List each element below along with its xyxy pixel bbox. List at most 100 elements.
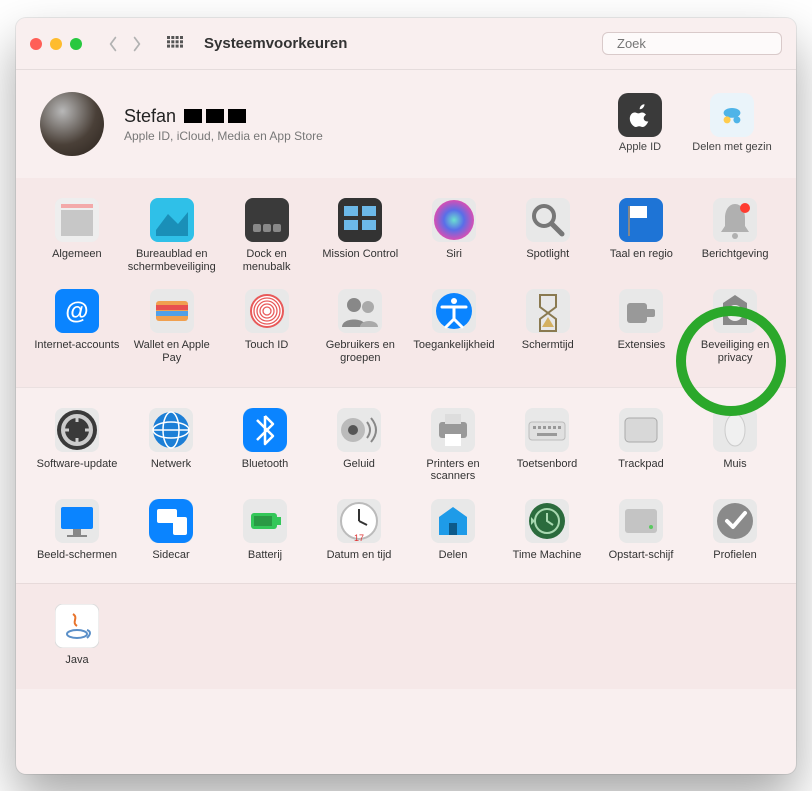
apple-id-item[interactable]: Apple ID [600, 93, 680, 154]
pref-item-displays[interactable]: Beeld-schermen [32, 497, 122, 564]
notifications-icon [713, 198, 757, 242]
pref-item-mission-control[interactable]: Mission Control [315, 196, 405, 275]
pref-item-bluetooth[interactable]: Bluetooth [220, 406, 310, 485]
minimize-button[interactable] [50, 38, 62, 50]
pref-item-general[interactable]: Algemeen [32, 196, 122, 275]
close-button[interactable] [30, 38, 42, 50]
pref-label: Taal en regio [610, 248, 673, 261]
avatar[interactable] [40, 92, 104, 156]
time-machine-icon [525, 499, 569, 543]
pref-item-java[interactable]: Java [32, 602, 122, 669]
apple-id-label: Apple ID [619, 141, 661, 154]
spotlight-icon [526, 198, 570, 242]
screen-time-icon [526, 289, 570, 333]
pref-label: Opstart-schijf [609, 549, 674, 562]
pref-label: Delen [439, 549, 468, 562]
pref-item-sidecar[interactable]: Sidecar [126, 497, 216, 564]
pref-item-users-groups[interactable]: Gebruikers en groepen [315, 287, 405, 366]
pref-item-keyboard[interactable]: Toetsenbord [502, 406, 592, 485]
pref-label: Schermtijd [522, 339, 574, 352]
pref-label: Beeld-schermen [37, 549, 117, 562]
nav-buttons [104, 33, 146, 55]
preferences-window: Systeemvoorkeuren Stefan Apple ID, iClou… [16, 18, 796, 774]
pref-item-screen-time[interactable]: Schermtijd [503, 287, 593, 366]
titlebar: Systeemvoorkeuren [16, 18, 796, 70]
pref-item-trackpad[interactable]: Trackpad [596, 406, 686, 485]
grid: Software-update Netwerk Bluetooth Geluid Pri… [32, 406, 780, 564]
search-input[interactable] [617, 36, 793, 51]
pref-label: Beveiliging en privacy [692, 339, 778, 364]
pref-item-security[interactable]: Beveiliging en privacy [690, 287, 780, 366]
pref-label: Internet-accounts [34, 339, 119, 352]
sidecar-icon [149, 499, 193, 543]
pref-item-startup-disk[interactable]: Opstart-schijf [596, 497, 686, 564]
pref-item-profiles[interactable]: Profielen [690, 497, 780, 564]
profile-right-items: Apple ID Delen met gezin [600, 93, 772, 154]
pref-label: Software-update [37, 458, 118, 471]
displays-icon [55, 499, 99, 543]
pref-item-sound[interactable]: Geluid [314, 406, 404, 485]
pref-item-extensions[interactable]: Extensies [597, 287, 687, 366]
profile-subtitle: Apple ID, iCloud, Media en App Store [124, 129, 580, 143]
pref-section-0: Algemeen Bureaublad en schermbeveiligingD… [16, 178, 796, 387]
pref-label: Mission Control [322, 248, 398, 261]
internet-accounts-icon: @ [55, 289, 99, 333]
pref-item-mouse[interactable]: Muis [690, 406, 780, 485]
pref-item-battery[interactable]: Batterij [220, 497, 310, 564]
pref-item-language-region[interactable]: Taal en regio [597, 196, 687, 275]
printers-icon [431, 408, 475, 452]
pref-section-1: Software-update Netwerk Bluetooth Geluid Pri… [16, 387, 796, 584]
pref-item-notifications[interactable]: Berichtgeving [690, 196, 780, 275]
pref-item-date-time[interactable]: 17Datum en tijd [314, 497, 404, 564]
show-all-button[interactable] [164, 33, 186, 55]
apple-logo-icon [618, 93, 662, 137]
profile-row: Stefan Apple ID, iCloud, Media en App St… [16, 70, 796, 178]
redacted-name [184, 109, 246, 123]
pref-item-desktop[interactable]: Bureaublad en schermbeveiliging [126, 196, 218, 275]
software-update-icon [55, 408, 99, 452]
pref-label: Printers en scanners [410, 458, 496, 483]
family-sharing-label: Delen met gezin [692, 141, 772, 154]
pref-item-internet-accounts[interactable]: @ Internet-accounts [32, 287, 122, 366]
pref-item-siri[interactable]: Siri [409, 196, 499, 275]
pref-label: Extensies [618, 339, 666, 352]
siri-icon [432, 198, 476, 242]
grid: Algemeen Bureaublad en schermbeveiligingD… [32, 196, 780, 367]
bluetooth-icon [243, 408, 287, 452]
pref-label: Spotlight [526, 248, 569, 261]
pref-item-spotlight[interactable]: Spotlight [503, 196, 593, 275]
sound-icon [337, 408, 381, 452]
pref-label: Toetsenbord [517, 458, 578, 471]
pref-item-sharing[interactable]: Delen [408, 497, 498, 564]
extensions-icon [619, 289, 663, 333]
pref-item-touch-id[interactable]: Touch ID [222, 287, 312, 366]
desktop-icon [150, 198, 194, 242]
pref-label: Algemeen [52, 248, 102, 261]
profile-text[interactable]: Stefan Apple ID, iCloud, Media en App St… [124, 106, 580, 143]
pref-item-accessibility[interactable]: Toegankelijkheid [409, 287, 499, 366]
family-sharing-item[interactable]: Delen met gezin [692, 93, 772, 154]
language-region-icon [619, 198, 663, 242]
trackpad-icon [619, 408, 663, 452]
pref-item-printers[interactable]: Printers en scanners [408, 406, 498, 485]
dock-icon [245, 198, 289, 242]
pref-label: Geluid [343, 458, 375, 471]
pref-label: Trackpad [618, 458, 663, 471]
pref-item-time-machine[interactable]: Time Machine [502, 497, 592, 564]
window-title: Systeemvoorkeuren [204, 35, 347, 52]
pref-label: Bluetooth [242, 458, 288, 471]
pref-item-wallet[interactable]: Wallet en Apple Pay [126, 287, 218, 366]
back-button[interactable] [104, 33, 122, 55]
forward-button[interactable] [128, 33, 146, 55]
pref-item-dock[interactable]: Dock en menubalk [222, 196, 312, 275]
pref-label: Touch ID [245, 339, 288, 352]
maximize-button[interactable] [70, 38, 82, 50]
pref-item-software-update[interactable]: Software-update [32, 406, 122, 485]
pref-label: Bureaublad en schermbeveiliging [128, 248, 216, 273]
pref-label: Sidecar [152, 549, 189, 562]
search-field[interactable] [602, 32, 782, 55]
pref-item-network[interactable]: Netwerk [126, 406, 216, 485]
svg-text:17: 17 [354, 533, 364, 543]
pref-label: Gebruikers en groepen [317, 339, 403, 364]
sharing-icon [431, 499, 475, 543]
